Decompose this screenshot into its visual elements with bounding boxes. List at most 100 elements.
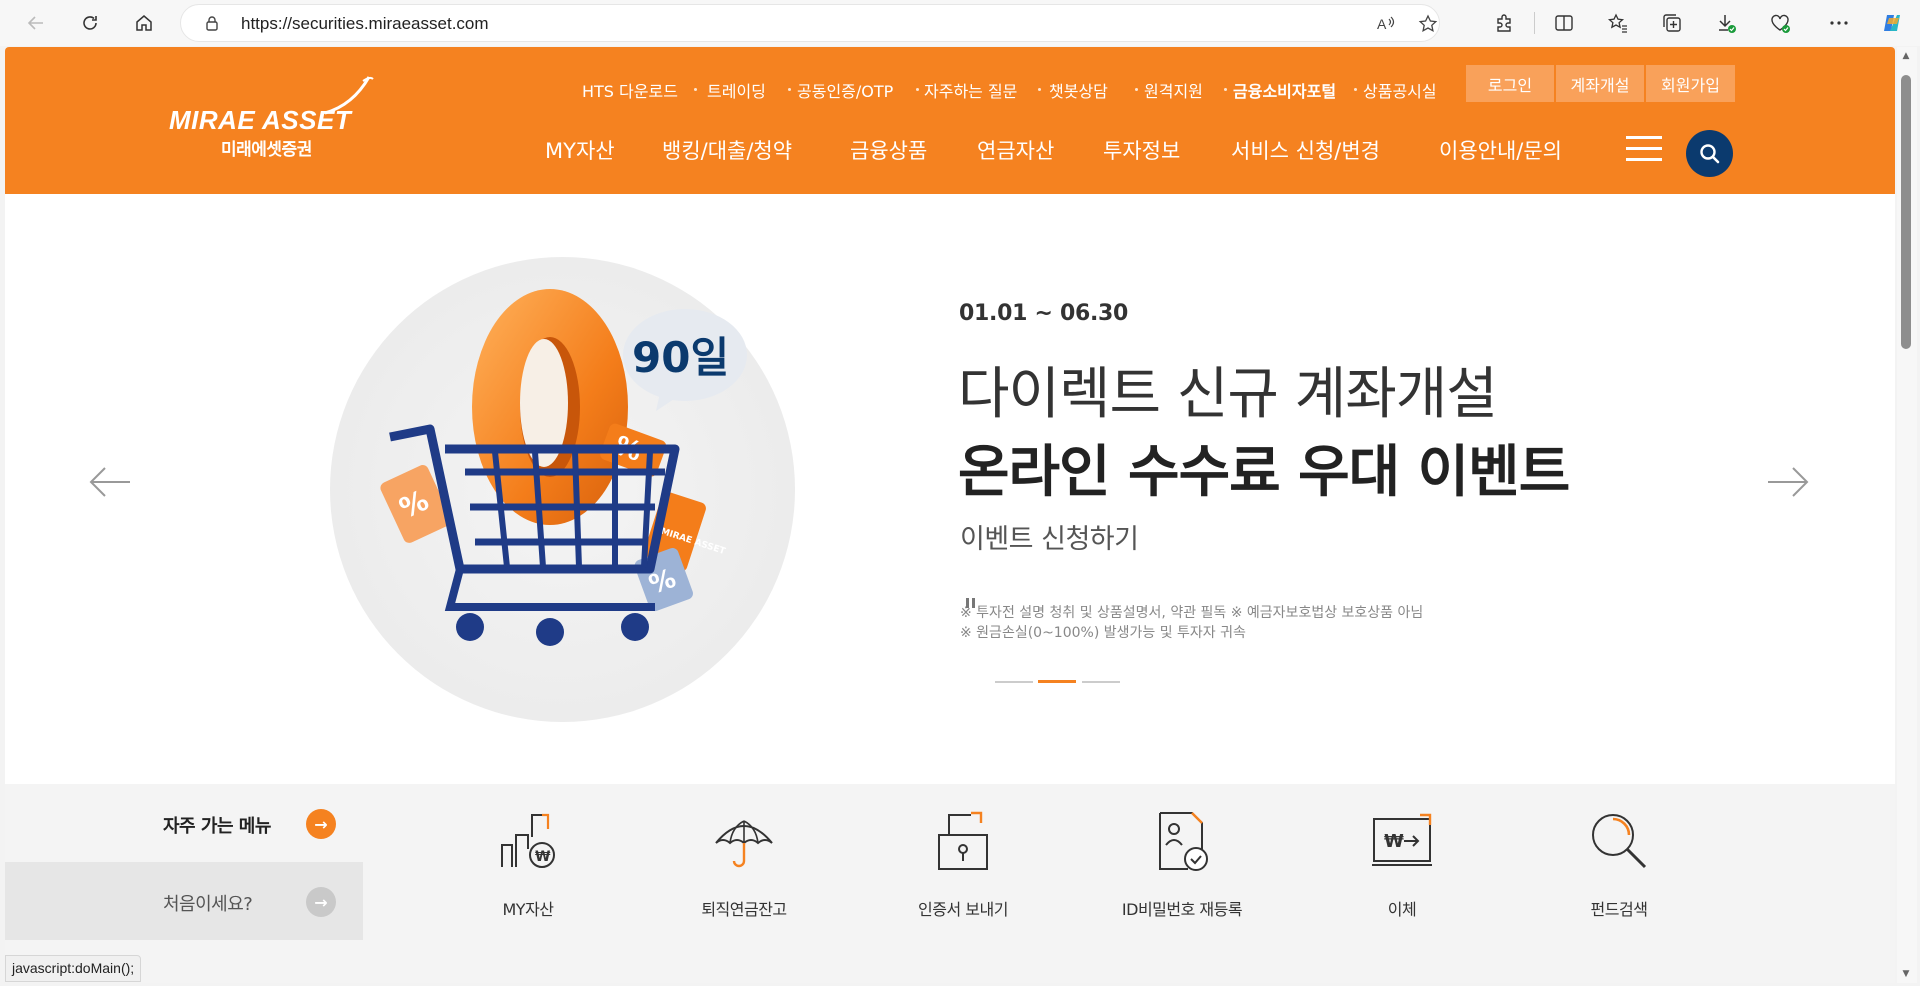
quick-item-my-assets[interactable]: ₩ MY자산 [438,809,618,919]
extensions-button[interactable] [1492,11,1516,35]
quick-item-label: 퇴직연금잔고 [701,900,787,919]
collections-icon [1663,14,1681,32]
badge-text: 90일 [632,333,729,382]
browser-toolbar: https://securities.miraeasset.com A [0,0,1920,46]
open-account-button[interactable]: 계좌개설 [1556,65,1644,102]
gnb-my-assets[interactable]: MY자산 [545,135,615,165]
legal-notice-2: ※ 원금손실(0~100%) 발생가능 및 투자자 귀속 [960,625,1246,641]
util-dot [1038,88,1041,91]
util-dot [694,88,697,91]
gnb-financial-products[interactable]: 금융상품 [850,135,927,165]
util-link-certificate[interactable]: 공동인증/OTP [797,78,893,102]
page-viewport: MIRAE ASSET 미래에셋증권 HTS 다운로드 트레이딩 공동인증/OT… [5,47,1895,983]
login-button[interactable]: 로그인 [1466,65,1554,102]
gnb-banking[interactable]: 뱅킹/대출/청약 [662,135,792,165]
gnb-pension[interactable]: 연금자산 [977,135,1054,165]
hero-title-line2[interactable]: 온라인 수수료 우대 이벤트 [958,427,1570,508]
scroll-thumb[interactable] [1901,75,1911,349]
util-link-chatbot[interactable]: 챗봇상담 [1049,78,1108,102]
quick-menu-tabs: 자주 가는 메뉴 → 처음이세요? → [5,784,363,983]
back-button[interactable] [22,9,50,37]
ellipsis-icon [1830,21,1848,25]
often-menu-tab[interactable]: 자주 가는 메뉴 → [5,784,363,862]
quick-item-id-password[interactable]: ID비밀번호 재등록 [1092,809,1272,919]
all-menu-button[interactable] [1626,136,1662,162]
quick-item-label: 인증서 보내기 [918,900,1008,919]
lock-export-icon [938,811,988,870]
legal-notice-1: ※ 투자전 설명 청취 및 상품설명서, 약관 필독 ※ 예금자보호법상 보호상… [960,605,1424,621]
scroll-up-icon[interactable]: ▲ [1901,51,1911,61]
often-menu-label: 자주 가는 메뉴 [163,816,271,837]
util-dot [1354,88,1357,91]
favorites-button[interactable] [1606,11,1630,35]
util-link-faq[interactable]: 자주하는 질문 [924,78,1017,102]
arrow-right-circle-icon: → [306,809,336,839]
status-bar: javascript:doMain(); [5,955,142,982]
umbrella-icon [715,820,773,868]
won-transfer-icon: ₩ [1372,813,1432,866]
hero-image-circle[interactable]: 90일 % % MIRAE ASSET % [330,257,795,722]
address-bar[interactable]: https://securities.miraeasset.com A [180,4,1440,42]
slide-indicator-1[interactable] [995,681,1033,683]
gnb-help[interactable]: 이용안내/문의 [1439,135,1562,165]
next-slide-button[interactable] [1763,457,1813,507]
slide-indicator-2-active[interactable] [1038,680,1076,683]
favorite-star-icon[interactable] [1418,14,1438,34]
page-scrollbar[interactable]: ▲ ▼ [1897,47,1917,983]
signup-button[interactable]: 회원가입 [1646,65,1735,102]
lock-icon [206,16,218,31]
mirae-asset-logo[interactable]: MIRAE ASSET 미래에셋증권 [163,75,374,165]
quick-item-retirement-pension[interactable]: 퇴직연금잔고 [654,809,834,919]
first-time-label: 처음이세요? [163,894,253,915]
util-dot [1135,88,1138,91]
heart-pulse-icon [1771,14,1790,33]
svg-text:₩: ₩ [535,849,551,865]
downloads-button[interactable] [1714,11,1738,35]
collections-button[interactable] [1660,11,1684,35]
browser-essentials-button[interactable] [1768,11,1792,35]
gnb-service-request[interactable]: 서비스 신청/변경 [1231,135,1380,165]
util-link-remote[interactable]: 원격지원 [1144,78,1203,102]
shopping-cart-zero-illustration: 90일 % % MIRAE ASSET % [380,289,747,646]
arrow-left-icon [89,467,130,497]
copilot-button[interactable] [1880,11,1904,35]
more-menu-button[interactable] [1827,11,1851,35]
quick-item-label: 펀드검색 [1590,900,1648,919]
puzzle-icon [1497,14,1511,32]
quick-menu-section: 자주 가는 메뉴 → 처음이세요? → ₩ MY자산 퇴직연금잔고 인증서 보내… [5,784,1895,983]
util-link-hts[interactable]: HTS 다운로드 [582,78,678,102]
first-time-tab[interactable]: 처음이세요? → [5,862,363,940]
split-screen-button[interactable] [1552,11,1576,35]
home-button[interactable] [130,9,158,37]
event-apply-link[interactable]: 이벤트 신청하기 [960,517,1139,556]
slide-indicator-3[interactable] [1082,681,1120,683]
arrow-right-circle-icon: → [306,887,336,917]
refresh-icon [83,16,97,30]
quick-item-label: ID비밀번호 재등록 [1121,900,1243,919]
svg-text:₩: ₩ [1384,831,1404,852]
refresh-button[interactable] [76,9,104,37]
home-icon [136,15,152,31]
logo-korean: 미래에셋증권 [221,140,312,160]
search-icon [1699,143,1719,163]
util-link-trading[interactable]: 트레이딩 [707,78,766,102]
quick-item-label: 이체 [1387,900,1417,919]
id-card-check-icon [1159,812,1208,871]
favorites-list-icon [1607,13,1627,33]
util-link-disclosure[interactable]: 상품공시실 [1363,78,1437,102]
scroll-down-icon[interactable]: ▼ [1901,969,1911,979]
quick-item-transfer[interactable]: ₩ 이체 [1312,809,1492,919]
hero-title-line1[interactable]: 다이렉트 신규 계좌개설 [958,349,1498,430]
search-button[interactable] [1686,130,1733,177]
slide-pause-button[interactable] [964,596,978,610]
building-won-icon: ₩ [501,813,555,868]
util-dot [788,88,791,91]
util-link-consumer-portal[interactable]: 금융소비자포털 [1233,78,1336,102]
prev-slide-button[interactable] [85,457,135,507]
quick-item-send-certificate[interactable]: 인증서 보내기 [873,809,1053,919]
toolbar-divider [1534,12,1535,34]
gnb-investment-info[interactable]: 투자정보 [1103,135,1180,165]
quick-item-fund-search[interactable]: 펀드검색 [1529,809,1709,919]
site-header: MIRAE ASSET 미래에셋증권 HTS 다운로드 트레이딩 공동인증/OT… [5,47,1895,194]
read-aloud-icon[interactable]: A [1376,14,1396,34]
